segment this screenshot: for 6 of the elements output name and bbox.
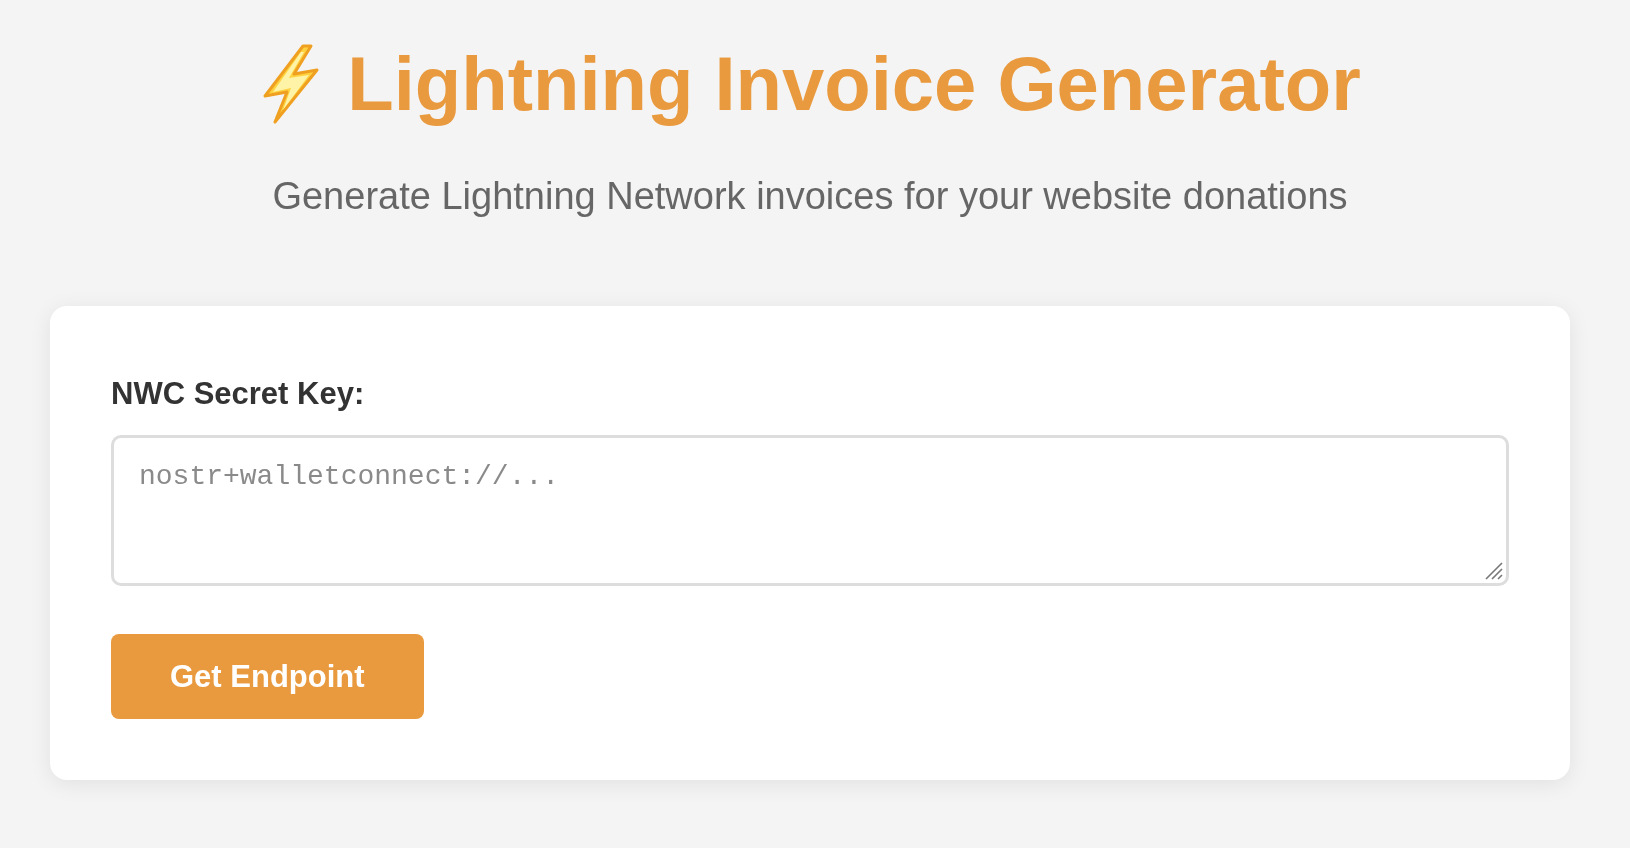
resize-grip-icon[interactable] (1485, 561, 1503, 580)
page-subtitle: Generate Lightning Network invoices for your website donations (271, 174, 1349, 220)
field-label: NWC Secret Key: (111, 374, 365, 412)
get-endpoint-button[interactable]: Get Endpoint (111, 633, 424, 720)
secret-key-field[interactable]: nostr+walletconnect://... (111, 434, 1509, 586)
page-title: Lightning Invoice Generator (347, 40, 1361, 128)
